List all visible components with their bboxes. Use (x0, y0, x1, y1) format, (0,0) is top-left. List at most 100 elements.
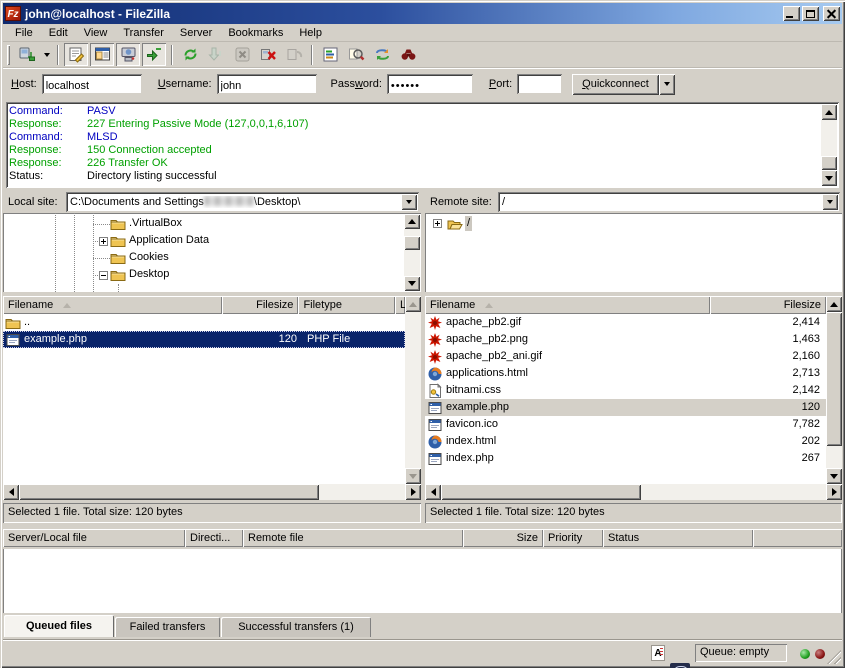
tree-item-application-data[interactable]: Application Data (127, 233, 211, 248)
collapse-icon[interactable] (99, 271, 108, 280)
scroll-down-button[interactable] (821, 170, 837, 186)
local-list-vscrollbar[interactable] (405, 296, 421, 484)
expand-icon[interactable] (433, 219, 442, 228)
tree-item-cookies[interactable]: Cookies (127, 250, 171, 265)
quickconnect-dropdown-button[interactable] (659, 74, 675, 95)
local-list-hscrollbar[interactable] (3, 484, 421, 500)
column-server-local-file[interactable]: Server/Local file (3, 529, 185, 547)
local-path-combo[interactable]: C:\Documents and Settings\Desktop\ (66, 192, 419, 212)
file-row[interactable]: apache_pb2.gif 2,414 (425, 314, 826, 331)
menu-view[interactable]: View (76, 25, 116, 41)
toolbar-grip[interactable] (7, 45, 10, 65)
expand-icon[interactable] (99, 237, 108, 246)
menu-transfer[interactable]: Transfer (115, 25, 172, 41)
close-icon (827, 9, 836, 18)
queue-header: Server/Local file Directi... Remote file… (3, 529, 842, 549)
reconnect-button[interactable] (282, 43, 306, 66)
port-input[interactable] (517, 74, 562, 94)
file-row[interactable]: index.html 202 (425, 433, 826, 450)
tab-successful-transfers[interactable]: Successful transfers (1) (221, 617, 371, 637)
scroll-right-button[interactable] (826, 484, 842, 500)
column-status[interactable]: Status (603, 529, 753, 547)
scrollbar-thumb[interactable] (404, 236, 420, 250)
local-tree-scrollbar[interactable] (404, 214, 420, 291)
toggle-queue-button[interactable] (142, 43, 166, 66)
menu-help[interactable]: Help (291, 25, 330, 41)
toolbar-separator (311, 45, 313, 65)
scroll-down-button[interactable] (826, 468, 842, 484)
site-manager-dropdown-button[interactable] (40, 43, 53, 66)
toggle-remote-tree-button[interactable] (116, 43, 140, 66)
column-filetype[interactable]: Filetype (298, 296, 395, 314)
scroll-up-button[interactable] (826, 296, 842, 312)
scroll-down-button[interactable] (404, 276, 420, 291)
minimize-button[interactable] (783, 6, 800, 21)
file-row-selected[interactable]: example.php 120 (425, 399, 826, 416)
disconnect-button[interactable] (256, 43, 280, 66)
username-input[interactable] (217, 74, 317, 94)
scroll-up-button[interactable] (404, 214, 420, 229)
toggle-message-log-button[interactable] (64, 43, 88, 66)
scroll-up-button[interactable] (821, 104, 837, 120)
remote-path-combo[interactable]: / (498, 192, 840, 212)
directory-comparison-button[interactable] (344, 43, 368, 66)
data-type-indicator-icon[interactable]: A (651, 645, 665, 661)
column-filesize[interactable]: Filesize (710, 296, 826, 314)
file-row[interactable]: bitnami.css 2,142 (425, 382, 826, 399)
refresh-button[interactable] (178, 43, 202, 66)
column-filename[interactable]: Filename (425, 296, 710, 314)
file-row[interactable]: favicon.ico 7,782 (425, 416, 826, 433)
scroll-up-button[interactable] (405, 296, 421, 312)
toggle-local-tree-button[interactable] (90, 43, 114, 66)
column-priority[interactable]: Priority (543, 529, 603, 547)
synchronized-browsing-button[interactable] (370, 43, 394, 66)
scroll-down-button[interactable] (405, 468, 421, 484)
tree-item-desktop[interactable]: Desktop (127, 267, 171, 282)
scrollbar-thumb[interactable] (19, 484, 319, 500)
column-last-modified[interactable]: L (395, 296, 405, 314)
column-filename[interactable]: Filename (3, 296, 222, 314)
log-scrollbar[interactable] (821, 104, 837, 186)
scrollbar-thumb[interactable] (441, 484, 641, 500)
tab-failed-transfers[interactable]: Failed transfers (115, 617, 220, 637)
menu-file[interactable]: File (7, 25, 41, 41)
menu-bookmarks[interactable]: Bookmarks (220, 25, 291, 41)
site-manager-button[interactable] (15, 43, 39, 66)
quickconnect-button[interactable]: Quickconnect (572, 74, 659, 95)
find-files-button[interactable] (396, 43, 420, 66)
tab-queued-files[interactable]: Queued files (4, 615, 114, 637)
cancel-button[interactable] (230, 43, 254, 66)
resize-grip[interactable] (827, 650, 841, 664)
scroll-right-button[interactable] (405, 484, 421, 500)
file-row-parent[interactable]: .. (3, 314, 405, 331)
directory-filters-button[interactable] (318, 43, 342, 66)
column-filesize[interactable]: Filesize (222, 296, 299, 314)
menu-server[interactable]: Server (172, 25, 220, 41)
file-row[interactable]: applications.html 2,713 (425, 365, 826, 382)
scrollbar-thumb[interactable] (821, 156, 837, 170)
scroll-left-button[interactable] (425, 484, 441, 500)
column-direction[interactable]: Directi... (185, 529, 243, 547)
file-row[interactable]: apache_pb2_ani.gif 2,160 (425, 348, 826, 365)
process-queue-button[interactable] (204, 43, 228, 66)
host-input[interactable] (42, 74, 142, 94)
scroll-left-button[interactable] (3, 484, 19, 500)
scrollbar-thumb[interactable] (826, 312, 842, 446)
remote-list-hscrollbar[interactable] (425, 484, 842, 500)
menu-edit[interactable]: Edit (41, 25, 76, 41)
remote-site-label: Remote site: (430, 196, 492, 208)
file-row[interactable]: apache_pb2.png 1,463 (425, 331, 826, 348)
maximize-button[interactable] (802, 6, 819, 21)
close-button[interactable] (823, 6, 840, 21)
file-row[interactable]: index.php 267 (425, 450, 826, 467)
column-size[interactable]: Size (463, 529, 543, 547)
column-remote-file[interactable]: Remote file (243, 529, 463, 547)
local-path-dropdown-button[interactable] (401, 194, 417, 210)
tree-item-root[interactable]: / (465, 216, 472, 231)
speed-limit-icon[interactable] (670, 663, 690, 668)
tree-item-virtualbox[interactable]: .VirtualBox (127, 216, 184, 231)
remote-list-vscrollbar[interactable] (826, 296, 842, 484)
remote-path-dropdown-button[interactable] (822, 194, 838, 210)
file-row-example-php[interactable]: example.php 120 PHP File 1 (3, 331, 405, 348)
password-input[interactable] (387, 74, 473, 94)
